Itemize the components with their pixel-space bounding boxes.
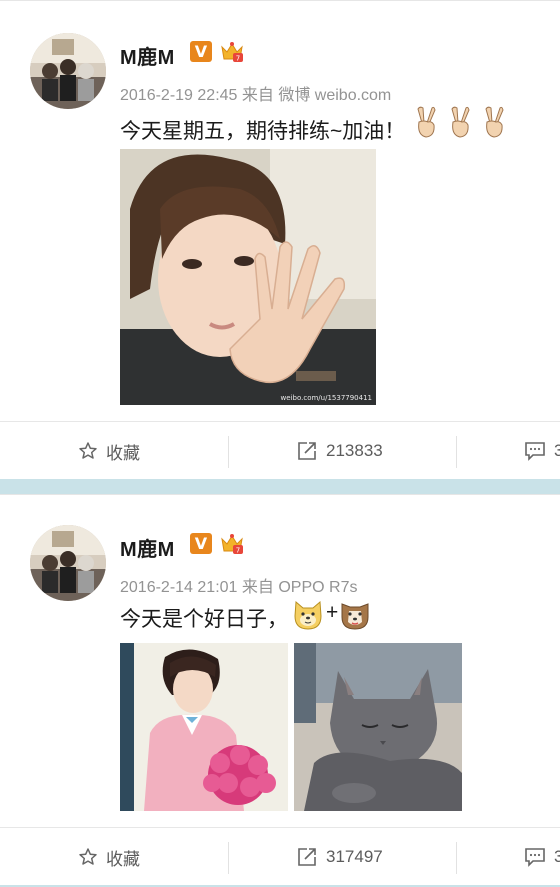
post-timestamp[interactable]: 2016-2-14 21:01 (120, 579, 237, 596)
comment-count: 3 (554, 847, 560, 866)
comment-count: 3 (554, 441, 560, 460)
post-text-plus: + (326, 601, 339, 624)
weibo-feed: M鹿M V 7 2016-2-19 22:45 来自 微博 weibo.com … (0, 0, 560, 887)
repost-button[interactable]: 213833 (296, 422, 383, 480)
post-action-bar: 收藏 213833 3 (0, 421, 560, 479)
post-card: M鹿M V 7 2016-2-14 21:01 来自 OPPO R7s 今天是个… (0, 494, 560, 885)
username[interactable]: M鹿M (120, 533, 175, 562)
divider (456, 842, 457, 874)
post-meta: 2016-2-14 21:01 来自 OPPO R7s (120, 573, 357, 597)
divider (456, 436, 457, 468)
avatar[interactable] (30, 33, 106, 109)
victory-hand-icon (485, 106, 504, 138)
star-icon (78, 847, 98, 867)
favorite-button[interactable]: 收藏 (78, 828, 140, 886)
post-timestamp[interactable]: 2016-2-19 22:45 (120, 87, 237, 104)
dog-face-icon (341, 603, 369, 630)
dog-face-icon (294, 600, 322, 630)
share-arrow-icon (296, 440, 318, 462)
member-crown-icon: 7 (219, 531, 245, 557)
username[interactable]: M鹿M (120, 41, 175, 70)
favorite-label: 收藏 (106, 443, 140, 463)
post-card: M鹿M V 7 2016-2-19 22:45 来自 微博 weibo.com … (0, 0, 560, 479)
comment-button[interactable]: 3 (524, 422, 560, 480)
svg-text:7: 7 (236, 547, 240, 555)
svg-text:7: 7 (236, 55, 240, 63)
post-action-bar: 收藏 317497 3 (0, 827, 560, 885)
divider (228, 842, 229, 874)
post-photo[interactable] (120, 643, 288, 811)
comment-button[interactable]: 3 (524, 828, 560, 886)
post-meta: 2016-2-19 22:45 来自 微博 weibo.com (120, 81, 391, 105)
divider (228, 436, 229, 468)
post-photo[interactable]: weibo.com/u/1537790411 (120, 149, 376, 405)
verified-badge-icon: V (190, 533, 212, 554)
favorite-button[interactable]: 收藏 (78, 422, 140, 480)
avatar[interactable] (30, 525, 106, 601)
victory-hand-icon (417, 106, 436, 138)
star-icon (78, 441, 98, 461)
comment-icon (524, 846, 546, 868)
post-source: 来自 OPPO R7s (241, 579, 358, 596)
favorite-label: 收藏 (106, 849, 140, 869)
post-photo[interactable] (294, 643, 462, 811)
image-watermark: weibo.com/u/1537790411 (280, 394, 372, 402)
repost-count: 213833 (326, 441, 383, 460)
post-source: 来自 微博 weibo.com (241, 87, 392, 104)
verified-badge-icon: V (190, 41, 212, 62)
repost-count: 317497 (326, 847, 383, 866)
member-crown-icon: 7 (219, 39, 245, 65)
repost-button[interactable]: 317497 (296, 828, 383, 886)
post-text: 今天是个好日子， (120, 608, 288, 631)
comment-icon (524, 440, 546, 462)
share-arrow-icon (296, 846, 318, 868)
post-text: 今天星期五，期待排练~加油！ (120, 120, 406, 143)
victory-hand-icon (451, 106, 470, 138)
